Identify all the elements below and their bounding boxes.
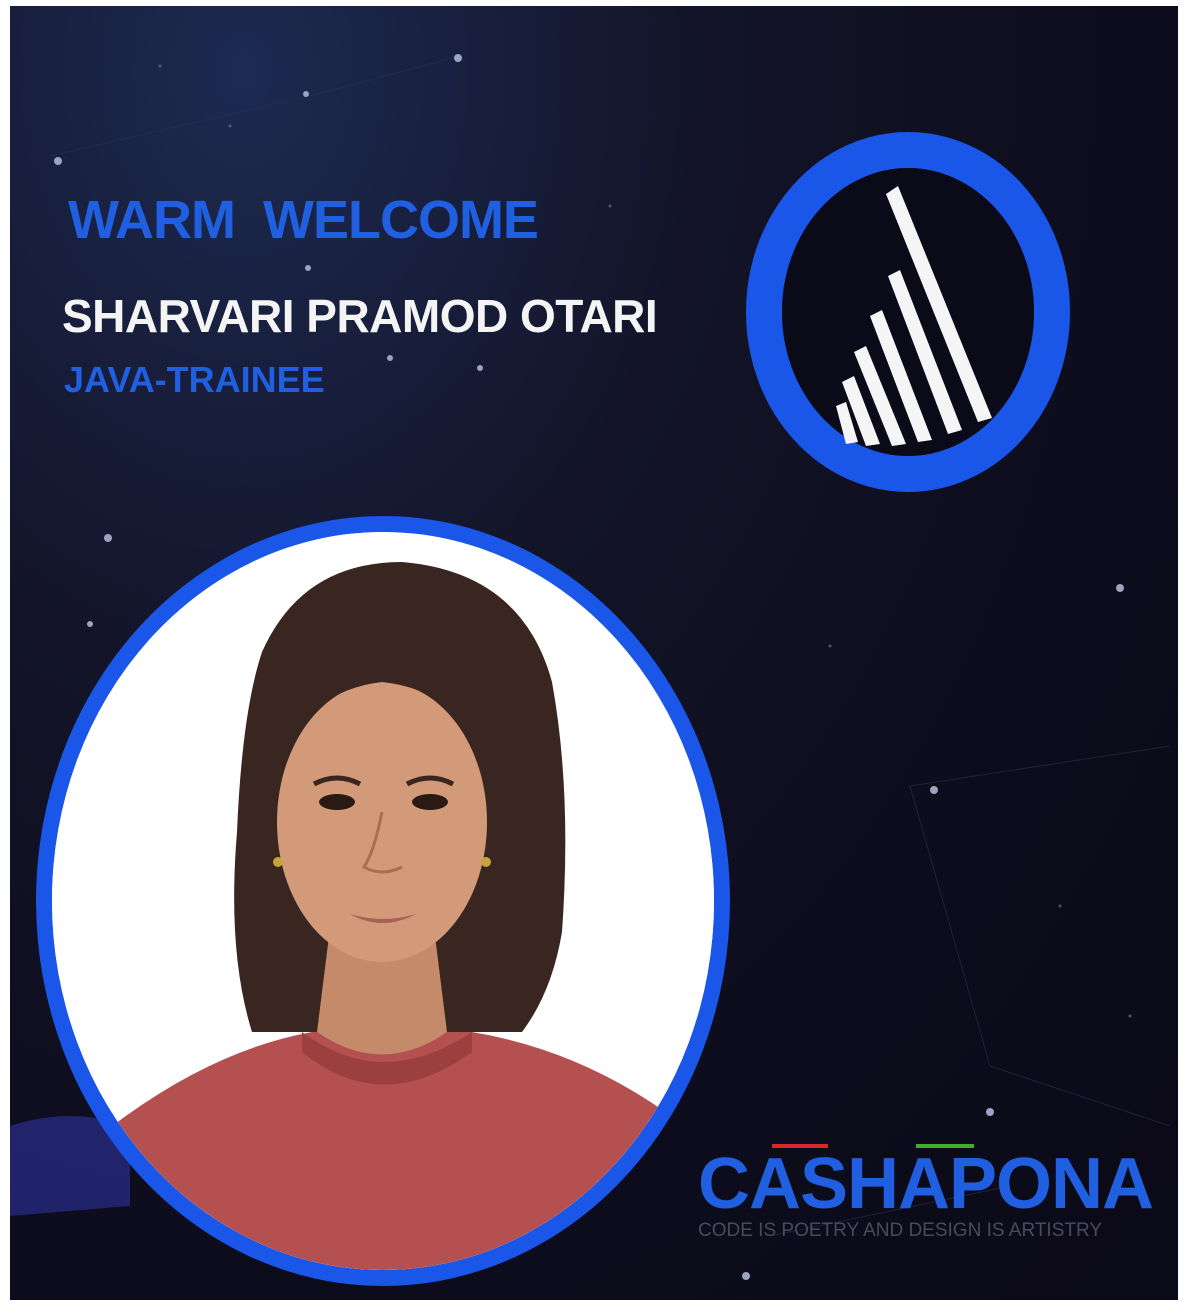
- welcome-card: WARM WELCOME SHARVARI PRAMOD OTARI JAVA-…: [10, 6, 1178, 1300]
- person-name: SHARVARI PRAMOD OTARI: [62, 290, 658, 342]
- brand-block: CASHAPONA CODE IS POETRY AND DESIGN IS A…: [698, 1144, 1168, 1242]
- brand-accent-red: [772, 1144, 828, 1148]
- person-role: JAVA-TRAINEE: [64, 359, 325, 400]
- stacked-stripes-triangle-in-ring-icon: [746, 132, 1070, 492]
- brand-tagline: CODE IS POETRY AND DESIGN IS ARTISTRY: [698, 1220, 1103, 1241]
- brand-accent-green: [916, 1144, 974, 1148]
- brand-logo-text: CASHAPONA: [698, 1144, 1154, 1224]
- profile-photo: [52, 532, 714, 1270]
- profile-photo-frame: [36, 516, 730, 1286]
- welcome-headline: WARM WELCOME: [68, 190, 539, 250]
- person-portrait: [52, 532, 714, 1270]
